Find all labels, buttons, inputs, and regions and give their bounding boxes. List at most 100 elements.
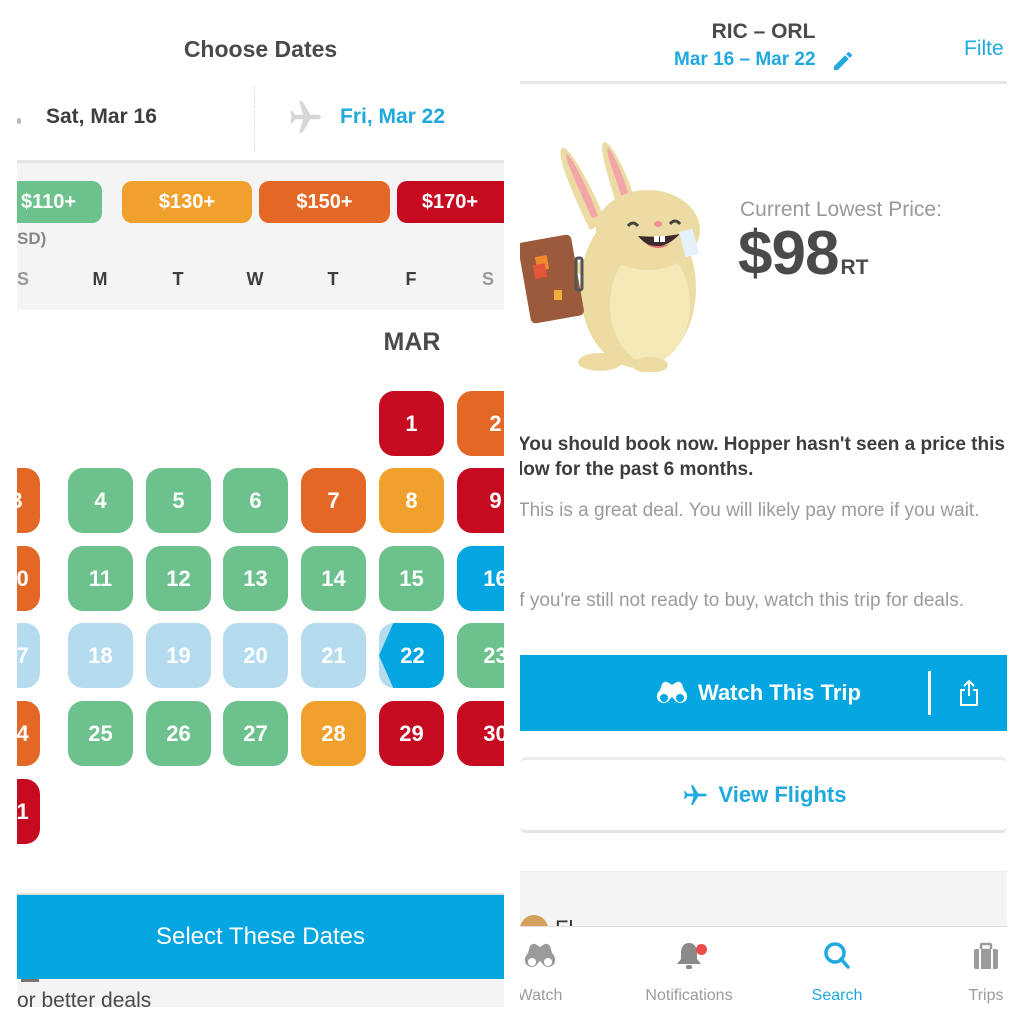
day-number: 23 (483, 642, 504, 668)
day-number: 28 (321, 720, 346, 746)
suitcase-icon (974, 942, 998, 969)
partial-text: Fl (555, 916, 573, 926)
calendar-day-31[interactable]: 31 (17, 779, 40, 844)
tab-label: Trips (968, 987, 1004, 1004)
watch-trip-label: Watch This Trip (656, 655, 861, 731)
price-legend: $110+ $130+ $150+ $170+ SD) S M T W T F … (17, 160, 504, 310)
partial-text: or better deals (17, 989, 152, 1007)
select-dates-button[interactable]: Select These Dates (17, 893, 504, 979)
day-number: 5 (172, 487, 185, 513)
day-number: 18 (88, 642, 113, 668)
day-number: 19 (166, 642, 191, 668)
day-number: 6 (249, 487, 262, 513)
date-summary-bar: Sat, Mar 16 Fri, Mar 22 (17, 84, 504, 160)
month-label: MAR (383, 328, 441, 356)
day-number: 21 (321, 642, 346, 668)
legend-pill-150: $150+ (259, 181, 390, 223)
binoculars-icon (656, 681, 688, 703)
trip-price-screen: RIC – ORL Mar 16 – Mar 22 Filte Current … (520, 0, 1007, 1024)
calendar-day-21[interactable]: 21 (301, 623, 366, 688)
calendar-day-14[interactable]: 14 (301, 546, 366, 611)
below-content-strip: or better deals (17, 979, 504, 1007)
calendar-day-25[interactable]: 25 (68, 701, 133, 766)
calendar-day-2[interactable]: 2 (457, 391, 504, 456)
calendar-day-8[interactable]: 8 (379, 468, 444, 533)
price-amount: $98 (738, 219, 839, 288)
day-number: 2 (489, 410, 502, 436)
day-number: 7 (327, 487, 340, 513)
deal-explanation: This is a great deal. You will likely pa… (520, 500, 980, 521)
calendar-day-3[interactable]: 3 (17, 468, 40, 533)
calendar-day-18[interactable]: 18 (68, 623, 133, 688)
calendar-day-13[interactable]: 13 (223, 546, 288, 611)
day-number: 26 (166, 720, 191, 746)
calendar-day-29[interactable]: 29 (379, 701, 444, 766)
watch-trip-button[interactable]: Watch This Trip (520, 655, 1007, 731)
legend-pill-170: $170+ (397, 181, 504, 223)
day-number: 22 (379, 623, 444, 688)
tab-trips[interactable]: Trips (926, 927, 1007, 1017)
departure-date[interactable]: Sat, Mar 16 (46, 105, 157, 129)
weekday-label: F (405, 269, 417, 289)
button-separator (928, 671, 931, 715)
calendar-day-24[interactable]: 24 (17, 701, 40, 766)
calendar-day-5[interactable]: 5 (146, 468, 211, 533)
tab-notifications[interactable]: Notifications (629, 927, 749, 1017)
tab-search[interactable]: Search (777, 927, 897, 1017)
view-flights-button[interactable]: View Flights (520, 757, 1007, 833)
calendar-day-17[interactable]: 17 (17, 623, 40, 688)
legend-pill-130: $130+ (122, 181, 252, 223)
calendar-day-16[interactable]: 16 (457, 546, 504, 611)
return-date[interactable]: Fri, Mar 22 (340, 105, 445, 129)
day-number: 11 (88, 565, 113, 591)
route-title: RIC – ORL (711, 20, 816, 43)
watch-suggestion: If you're still not ready to buy, watch … (520, 590, 964, 611)
calendar-day-11[interactable]: 11 (68, 546, 133, 611)
share-icon[interactable] (958, 679, 980, 707)
partial-bunny-icon (520, 915, 548, 926)
weekday-label: M (92, 269, 108, 289)
partial-icon (21, 979, 39, 982)
departure-marker-icon (17, 118, 21, 124)
day-number: 13 (243, 565, 268, 591)
day-number: 15 (399, 565, 424, 591)
calendar-day-9[interactable]: 9 (457, 468, 504, 533)
date-range-link[interactable]: Mar 16 – Mar 22 (674, 49, 816, 71)
notification-badge (696, 944, 707, 955)
calendar-day-15[interactable]: 15 (379, 546, 444, 611)
day-number: 30 (483, 720, 504, 746)
day-number: 17 (17, 642, 29, 668)
calendar-day-22[interactable]: 22 (379, 623, 444, 688)
filter-button[interactable]: Filte (964, 37, 1004, 61)
calendar-day-12[interactable]: 12 (146, 546, 211, 611)
calendar-day-20[interactable]: 20 (223, 623, 288, 688)
day-number: 31 (17, 798, 29, 824)
calendar-day-7[interactable]: 7 (301, 468, 366, 533)
choose-dates-screen: Choose Dates Sat, Mar 16 Fri, Mar 22 $11… (17, 0, 504, 1024)
pencil-icon[interactable] (831, 49, 855, 73)
calendar-day-19[interactable]: 19 (146, 623, 211, 688)
day-number: 10 (17, 565, 29, 591)
legend-pill-110: $110+ (17, 181, 102, 223)
calendar-day-10[interactable]: 10 (17, 546, 40, 611)
tab-label: Watch (520, 987, 563, 1004)
lowest-price-value: $98RT (738, 218, 868, 289)
calendar-day-1[interactable]: 1 (379, 391, 444, 456)
calendar-day-26[interactable]: 26 (146, 701, 211, 766)
tab-watch[interactable]: Watch (520, 927, 600, 1017)
day-number: 4 (94, 487, 107, 513)
search-icon (824, 942, 850, 969)
calendar-day-23[interactable]: 23 (457, 623, 504, 688)
day-number: 12 (166, 565, 191, 591)
day-number: 16 (483, 565, 504, 591)
page-title: Choose Dates (183, 36, 338, 62)
calendar-day-27[interactable]: 27 (223, 701, 288, 766)
below-content-area: Fl (520, 871, 1007, 926)
calendar-day-28[interactable]: 28 (301, 701, 366, 766)
day-number: 9 (489, 487, 502, 513)
tab-label: Search (811, 987, 863, 1004)
calendar-day-6[interactable]: 6 (223, 468, 288, 533)
weekday-label: S (17, 269, 29, 289)
calendar-day-4[interactable]: 4 (68, 468, 133, 533)
calendar-day-30[interactable]: 30 (457, 701, 504, 766)
